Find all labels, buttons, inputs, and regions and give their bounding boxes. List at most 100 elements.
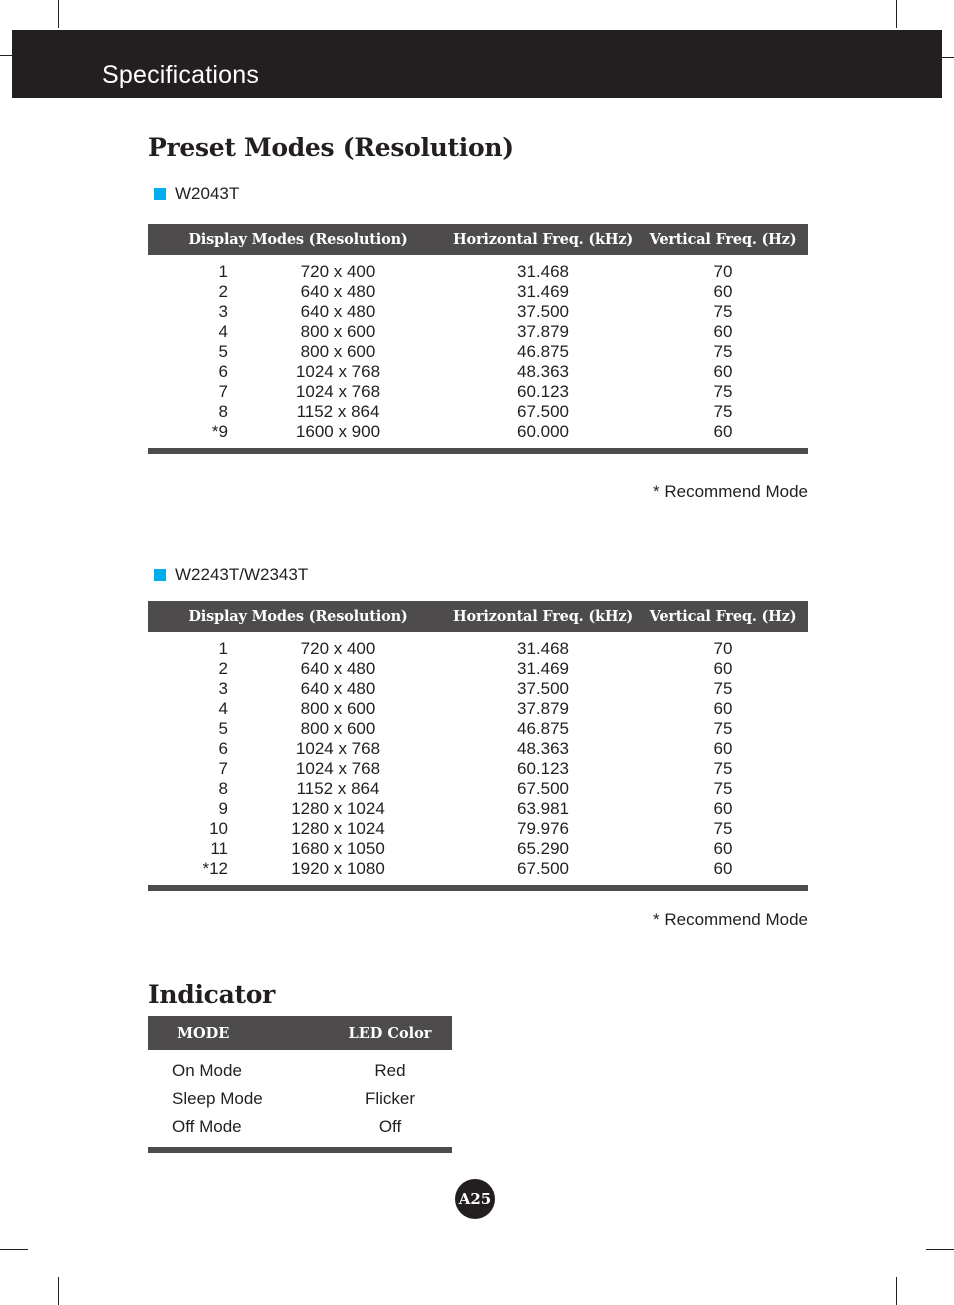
indicator-header-row: MODE LED Color [148,1016,452,1050]
row-index: 3 [218,302,228,321]
cell-resolution: 1024 x 768 [295,382,381,401]
column-header-mode: MODE [177,1024,230,1042]
row-index: 6 [218,739,228,758]
crop-mark-bottom-left-horizontal [0,1249,28,1250]
table-bottom-rule [148,448,808,454]
row-index: *12 [202,859,228,878]
cell-horizontal-freq: 46.875 [517,719,569,738]
cell-resolution: 800 x 600 [300,322,376,341]
blue-square-bullet-icon [154,188,166,200]
cell-resolution: 1280 x 1024 [291,799,385,818]
cell-vertical-freq: 60 [713,839,733,858]
table-row: 2 640 x 480 31.469 60 [148,282,808,302]
cell-vertical-freq: 60 [713,422,733,441]
table-row: 6 1024 x 768 48.363 60 [148,362,808,382]
cell-resolution: 1024 x 768 [295,362,381,381]
cell-horizontal-freq: 37.879 [517,699,569,718]
row-index: 11 [210,839,228,858]
indicator-row: Sleep Mode Flicker [148,1085,452,1113]
cell-horizontal-freq: 60.123 [517,382,569,401]
table-row: 5 800 x 600 46.875 75 [148,342,808,362]
cell-resolution: 720 x 400 [300,262,376,281]
cell-vertical-freq: 75 [713,779,733,798]
recommend-mode-note-1: * Recommend Mode [653,482,808,501]
table-row: 1 720 x 400 31.468 70 [148,262,808,282]
row-index: 7 [218,382,228,401]
row-index: 4 [218,699,228,718]
table-row: *9 1600 x 900 60.000 60 [148,422,808,442]
cell-resolution: 1680 x 1050 [291,839,385,858]
cell-resolution: 720 x 400 [300,639,376,658]
row-index: 1 [218,639,228,658]
cell-resolution: 640 x 480 [300,659,376,678]
cell-horizontal-freq: 31.469 [517,282,569,301]
cell-vertical-freq: 75 [713,759,733,778]
table-body: 1 720 x 400 31.468 70 2 640 x 480 31.469 60 3 640… [148,255,808,448]
cell-vertical-freq: 60 [713,699,733,718]
row-index: 10 [209,819,228,838]
row-index: 8 [218,779,228,798]
cell-led-color: Red [374,1061,406,1080]
row-index: 6 [218,362,228,381]
cell-vertical-freq: 70 [713,639,733,658]
cell-vertical-freq: 60 [713,799,733,818]
cell-resolution: 1920 x 1080 [291,859,385,878]
page-title: Specifications [102,61,260,89]
column-header-horizontal-freq: Horizontal Freq. (kHz) [452,231,634,248]
cell-vertical-freq: 60 [713,362,733,381]
cell-horizontal-freq: 31.469 [517,659,569,678]
cell-horizontal-freq: 31.468 [517,262,569,281]
table-row: 3 640 x 480 37.500 75 [148,679,808,699]
indicator-row: Off Mode Off [148,1113,452,1141]
indicator-bottom-rule [148,1147,452,1153]
cell-resolution: 1024 x 768 [295,739,381,758]
table-row: 8 1152 x 864 67.500 75 [148,402,808,422]
row-index: 1 [218,262,228,281]
cell-vertical-freq: 60 [713,322,733,341]
preset-modes-heading: Preset Modes (Resolution) [148,133,514,162]
column-header-display-modes: Display Modes (Resolution) [188,231,408,248]
table-row: 6 1024 x 768 48.363 60 [148,739,808,759]
cell-horizontal-freq: 67.500 [517,859,569,878]
cell-vertical-freq: 75 [713,382,733,401]
column-header-vertical-freq: Vertical Freq. (Hz) [649,231,797,248]
blue-square-bullet-icon [154,569,166,581]
table-row: 7 1024 x 768 60.123 75 [148,759,808,779]
cell-horizontal-freq: 65.290 [517,839,569,858]
cell-horizontal-freq: 48.363 [517,362,569,381]
cell-horizontal-freq: 37.500 [517,679,569,698]
cell-vertical-freq: 75 [713,402,733,421]
table-row: 10 1280 x 1024 79.976 75 [148,819,808,839]
cell-horizontal-freq: 37.500 [517,302,569,321]
row-index: 4 [218,322,228,341]
row-index: 2 [218,282,228,301]
cell-horizontal-freq: 46.875 [517,342,569,361]
cell-resolution: 640 x 480 [300,679,376,698]
table-row: 3 640 x 480 37.500 75 [148,302,808,322]
indicator-table: MODE LED Color On Mode Red Sleep Mode Flick… [148,1016,452,1153]
cell-mode: Off Mode [172,1117,242,1136]
crop-mark-bottom-left-vertical [58,1277,59,1305]
table-row: *12 1920 x 1080 67.500 60 [148,859,808,879]
crop-mark-bottom-right-horizontal [926,1249,954,1250]
cell-horizontal-freq: 60.000 [517,422,569,441]
cell-resolution: 1280 x 1024 [291,819,385,838]
cell-vertical-freq: 60 [713,859,733,878]
cell-mode: Sleep Mode [172,1089,263,1108]
row-index: 2 [218,659,228,678]
model-label-w2243t-w2343t: W2243T/W2343T [154,565,308,585]
model-label-text: W2043T [175,184,240,203]
preset-modes-table-w2243t-w2343t: Display Modes (Resolution) Horizontal Fr… [148,601,808,891]
cell-horizontal-freq: 63.981 [517,799,569,818]
crop-mark-top-left-vertical [58,0,59,28]
table-bottom-rule [148,885,808,891]
cell-horizontal-freq: 67.500 [517,779,569,798]
cell-vertical-freq: 75 [713,302,733,321]
cell-vertical-freq: 75 [713,719,733,738]
model-label-text: W2243T/W2343T [175,565,309,584]
indicator-heading: Indicator [148,980,275,1009]
row-index: 7 [218,759,228,778]
cell-vertical-freq: 75 [713,342,733,361]
table-row: 1 720 x 400 31.468 70 [148,639,808,659]
row-index: 8 [218,402,228,421]
